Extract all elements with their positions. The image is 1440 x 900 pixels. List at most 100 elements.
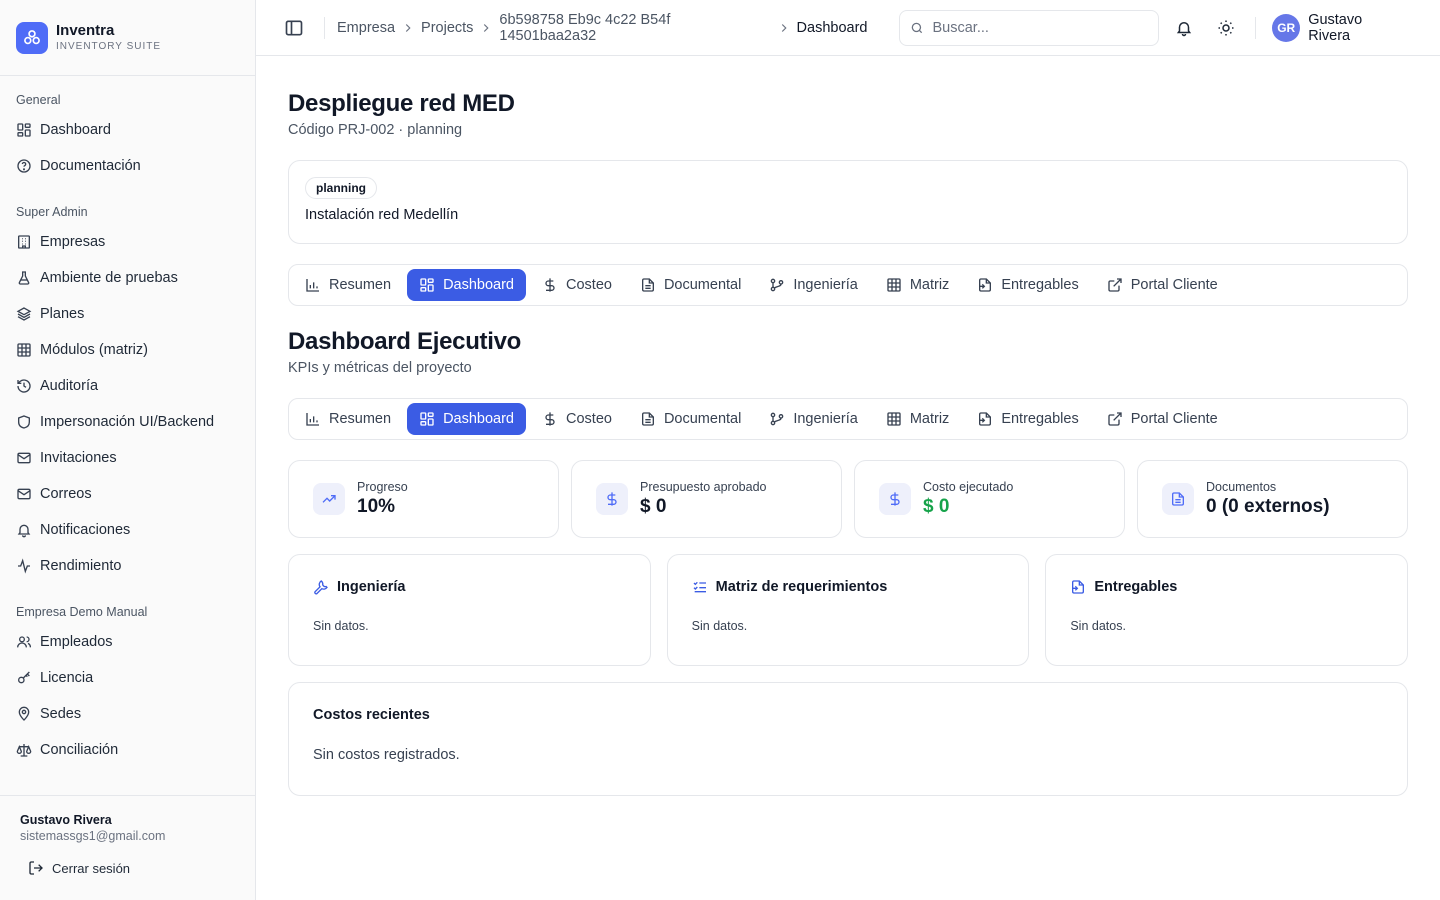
sidebar-user-email: sistemassgs1@gmail.com [20,829,166,843]
chevron-right-icon [777,21,791,35]
sidebar-item-label: Planes [40,306,85,322]
dashboard-title: Dashboard Ejecutivo [288,328,522,355]
history-icon [16,378,32,394]
avatar[interactable]: GR [1272,13,1301,42]
tab-ingenieria[interactable]: Ingeniería [757,269,870,301]
mail-icon [16,450,32,466]
sidebar-item-planes[interactable]: Planes [0,296,255,332]
breadcrumb-project-id[interactable]: 6b598758 Eb9c 4c22 B54f 14501baa2a32 [499,12,770,44]
help-circle-icon [16,158,32,174]
sidebar-item-impersonacion[interactable]: Impersonación UI/Backend [0,404,255,440]
dollar-icon [879,483,911,515]
tab-resumen[interactable]: Resumen [293,403,403,435]
tab-dashboard[interactable]: Dashboard [407,269,526,301]
sidebar-item-sedes[interactable]: Sedes [0,696,255,732]
top-header: Empresa Projects 6b598758 Eb9c 4c22 B54f… [256,0,1440,56]
tab-costeo[interactable]: Costeo [530,269,624,301]
module-title: Entregables [1094,579,1178,595]
sidebar-item-label: Empleados [40,634,113,650]
file-icon [640,277,656,293]
tab-resumen[interactable]: Resumen [293,269,403,301]
sidebar-toggle-icon[interactable] [284,18,304,38]
tab-ingenieria[interactable]: Ingeniería [757,403,870,435]
kpi-card-costo-ejecutado: Costo ejecutado $ 0 [854,460,1125,538]
project-subtitle: Código PRJ-002 · planning [288,122,463,138]
sidebar-item-empresas[interactable]: Empresas [0,224,255,260]
sidebar-item-empleados[interactable]: Empleados [0,624,255,660]
sidebar-item-ambiente-pruebas[interactable]: Ambiente de pruebas [0,260,255,296]
logout-label: Cerrar sesión [52,860,131,876]
tab-costeo[interactable]: Costeo [530,403,624,435]
kpi-label: Progreso [357,480,408,494]
tab-label: Entregables [1001,411,1079,427]
external-link-icon [1107,277,1123,293]
theme-toggle-sun-icon[interactable] [1217,19,1235,37]
chevron-right-icon [401,21,415,35]
tab-portal-cliente[interactable]: Portal Cliente [1095,403,1230,435]
users-icon [16,634,32,650]
sidebar: Inventra INVENTORY SUITE General Dashboa… [0,0,256,900]
logout-button[interactable]: Cerrar sesión [28,860,235,876]
wrench-icon [313,579,329,595]
tab-dashboard[interactable]: Dashboard [407,403,526,435]
sidebar-item-invitaciones[interactable]: Invitaciones [0,440,255,476]
kpi-value: $ 0 [640,496,667,517]
header-divider [324,16,325,39]
tab-portal-cliente[interactable]: Portal Cliente [1095,269,1230,301]
tab-entregables[interactable]: Entregables [965,403,1090,435]
grid-icon [16,122,32,138]
mail-icon [16,486,32,502]
grid-icon [419,411,435,427]
sidebar-item-label: Módulos (matriz) [40,342,148,358]
notifications-bell-icon[interactable] [1175,19,1193,37]
brand[interactable]: Inventra INVENTORY SUITE [0,0,255,76]
sidebar-item-auditoria[interactable]: Auditoría [0,368,255,404]
sidebar-item-documentacion[interactable]: Documentación [0,148,255,184]
tab-matriz[interactable]: Matriz [874,269,961,301]
sidebar-item-licencia[interactable]: Licencia [0,660,255,696]
module-empty-text: Sin datos. [1070,619,1126,633]
sidebar-item-label: Conciliación [40,742,119,758]
file-export-icon [977,411,993,427]
table-icon [16,342,32,358]
nav-section-general: General Dashboard Documentación [0,88,255,184]
tab-matriz[interactable]: Matriz [874,403,961,435]
nav-section-label: Super Admin [16,205,88,219]
breadcrumb-projects[interactable]: Projects [421,20,473,36]
external-link-icon [1107,411,1123,427]
sidebar-item-correos[interactable]: Correos [0,476,255,512]
tab-label: Costeo [566,277,612,293]
search-input[interactable] [932,19,1133,36]
file-text-icon [1162,483,1194,515]
brand-subtitle: INVENTORY SUITE [56,40,162,52]
tab-documental[interactable]: Documental [628,269,753,301]
kpi-value: 10% [357,496,396,517]
kpi-label: Documentos [1206,480,1277,494]
recent-costs-empty-text: Sin costos registrados. [313,747,460,763]
search-box[interactable] [899,9,1160,46]
tab-documental[interactable]: Documental [628,403,753,435]
kpi-value: 0 (0 externos) [1206,496,1330,517]
tab-label: Dashboard [443,411,514,427]
tab-label: Entregables [1001,277,1079,293]
dollar-icon [542,411,558,427]
kpi-card-presupuesto: Presupuesto aprobado $ 0 [571,460,842,538]
sidebar-item-dashboard[interactable]: Dashboard [0,112,255,148]
nav-section-label: Empresa Demo Manual [16,605,148,619]
module-card-matriz: Matriz de requerimientos Sin datos. [666,554,1030,666]
module-title: Matriz de requerimientos [715,579,888,595]
tab-label: Portal Cliente [1130,411,1218,427]
sidebar-item-label: Ambiente de pruebas [40,270,178,286]
sidebar-item-conciliacion[interactable]: Conciliación [0,732,255,768]
kpi-card-documentos: Documentos 0 (0 externos) [1137,460,1408,538]
grid-icon [419,277,435,293]
sidebar-item-modulos[interactable]: Módulos (matriz) [0,332,255,368]
breadcrumb-empresa[interactable]: Empresa [337,20,395,36]
sidebar-item-notificaciones[interactable]: Notificaciones [0,512,255,548]
sidebar-item-rendimiento[interactable]: Rendimiento [0,548,255,584]
tab-entregables[interactable]: Entregables [965,269,1090,301]
tab-label: Dashboard [443,277,514,293]
header-user-name[interactable]: Gustavo Rivera [1308,12,1408,44]
trending-up-icon [313,483,345,515]
sidebar-nav: General Dashboard Documentación Super Ad… [0,76,255,768]
